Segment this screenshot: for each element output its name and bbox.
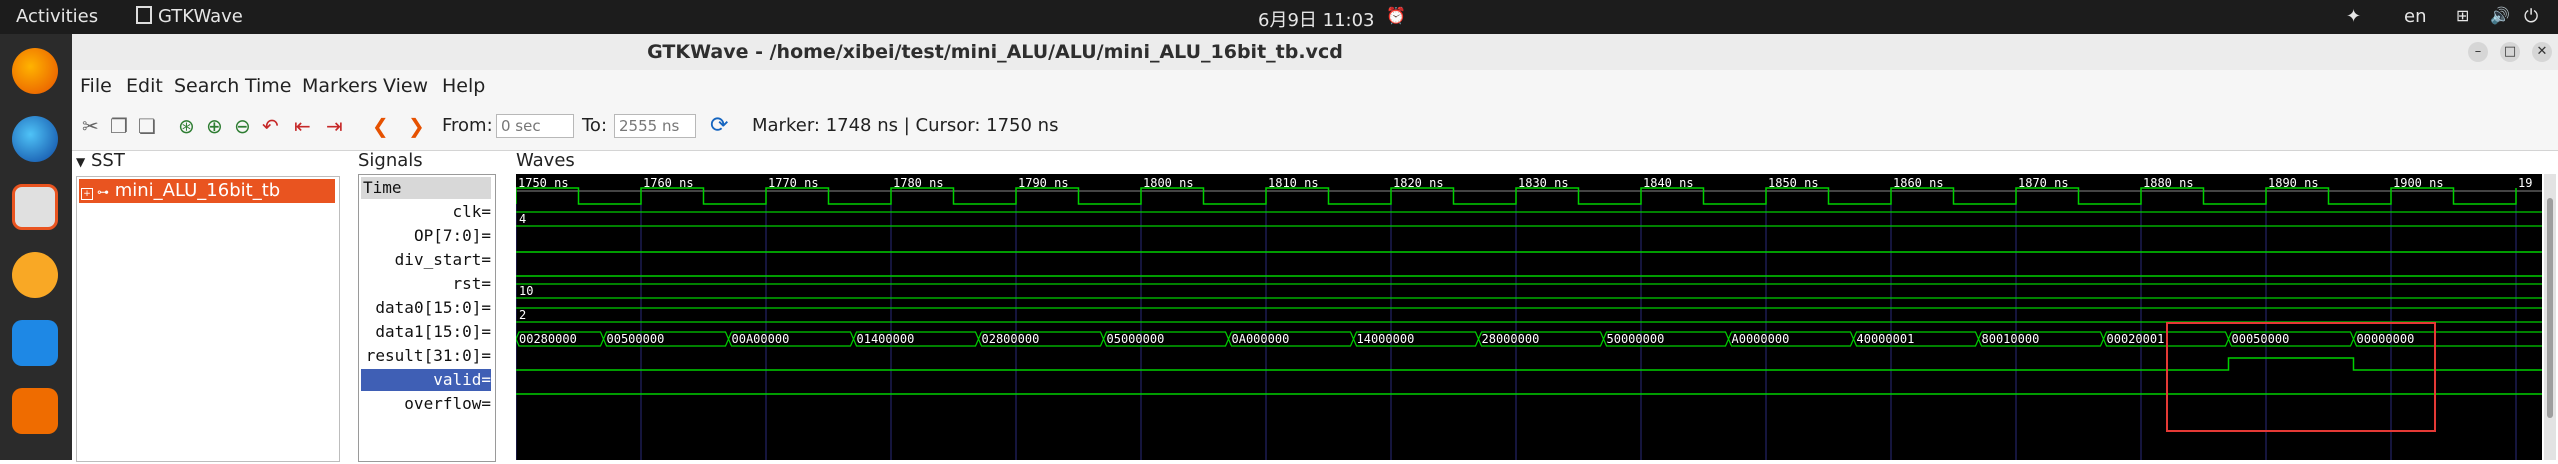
thunderbird-icon[interactable]: [12, 116, 58, 162]
result-value: 14000000: [1357, 332, 1415, 346]
data1-bus-value: 2: [519, 308, 526, 322]
paste-icon[interactable]: ❏: [138, 114, 156, 138]
result-value: 40000001: [1857, 332, 1915, 346]
data0-bus-value: 10: [519, 284, 533, 298]
result-value: A0000000: [1732, 332, 1790, 346]
window-title: GTKWave - /home/xibei/test/mini_ALU/ALU/…: [647, 41, 1343, 63]
menu-file[interactable]: File: [80, 75, 112, 97]
signal-valid[interactable]: valid=: [361, 369, 491, 391]
firefox-icon[interactable]: [12, 48, 58, 94]
tree-item-mini-alu-tb[interactable]: + ⊶ mini_ALU_16bit_tb: [79, 179, 335, 203]
power-icon[interactable]: ⏻: [2524, 6, 2538, 27]
menu-edit[interactable]: Edit: [126, 75, 163, 97]
result-value: 80010000: [1982, 332, 2040, 346]
result-value: 50000000: [1607, 332, 1665, 346]
menu-help[interactable]: Help: [442, 75, 485, 97]
result-value: 00A00000: [732, 332, 790, 346]
minimize-icon[interactable]: –: [2468, 42, 2488, 62]
clock[interactable]: 6月9日 11:03: [1258, 6, 1375, 32]
activities-button[interactable]: Activities: [16, 6, 98, 27]
result-value: 28000000: [1482, 332, 1540, 346]
volume-icon[interactable]: 🔊: [2490, 6, 2510, 25]
signal-div-start[interactable]: div_start=: [361, 249, 491, 271]
zoom-to-start-icon[interactable]: ⇤: [294, 114, 311, 138]
zoom-to-end-icon[interactable]: ⇥: [326, 114, 343, 138]
menu-search[interactable]: Search: [174, 75, 239, 97]
result-value: 01400000: [857, 332, 915, 346]
toolbar: ✂ ❐ ❏ ⊛ ⊕ ⊖ ↶ ⇤ ⇥ ❮ ❯ From: 0 sec To: 25…: [72, 102, 2558, 151]
app-menu-button[interactable]: GTKWave: [136, 6, 243, 27]
tree-item-label: mini_ALU_16bit_tb: [114, 180, 281, 201]
network-icon[interactable]: ⊞: [2456, 6, 2469, 25]
signal-clk[interactable]: clk=: [361, 201, 491, 223]
to-label: To:: [582, 115, 608, 136]
files-icon[interactable]: [12, 184, 58, 230]
vertical-scrollbar[interactable]: [2544, 174, 2556, 460]
highlight-annotation-box: [2166, 322, 2436, 432]
previous-edge-icon[interactable]: ❮: [372, 114, 389, 138]
menu-time[interactable]: Time: [245, 75, 292, 97]
sst-tree: + ⊶ mini_ALU_16bit_tb: [76, 176, 340, 462]
zoom-fit-icon[interactable]: ⊛: [178, 114, 195, 138]
result-value: 0A000000: [1232, 332, 1290, 346]
from-label: From:: [442, 115, 493, 136]
zoom-in-icon[interactable]: ⊕: [206, 114, 223, 138]
sst-pane-label[interactable]: ▼ SST: [76, 150, 125, 171]
next-edge-icon[interactable]: ❯: [408, 114, 425, 138]
signal-overflow[interactable]: overflow=: [361, 393, 491, 415]
waves-pane-label: Waves: [516, 150, 575, 171]
rhythmbox-icon[interactable]: [12, 252, 58, 298]
menu-bar: File Edit Search Time Markers View Help: [72, 70, 2558, 102]
signal-data1[interactable]: data1[15:0]=: [361, 321, 491, 343]
signal-op[interactable]: OP[7:0]=: [361, 225, 491, 247]
result-value: 00500000: [607, 332, 665, 346]
time-tick-label: 19: [2518, 176, 2532, 190]
signal-result[interactable]: result[31:0]=: [361, 345, 491, 367]
module-icon: ⊶: [97, 185, 109, 199]
to-input[interactable]: 2555 ns: [614, 114, 696, 138]
signals-list: Time clk= OP[7:0]= div_start= rst= data0…: [358, 174, 496, 462]
result-value: 00280000: [519, 332, 577, 346]
from-input[interactable]: 0 sec: [496, 114, 574, 138]
app-grid-icon: [136, 6, 152, 24]
signal-data0[interactable]: data0[15:0]=: [361, 297, 491, 319]
menu-view[interactable]: View: [383, 75, 428, 97]
signals-pane-label: Signals: [358, 150, 423, 171]
scrollbar-thumb[interactable]: [2547, 198, 2553, 418]
system-top-bar: Activities GTKWave 6月9日 11:03 ⏰ ✦ en ⊞ 🔊…: [0, 0, 2558, 34]
expander-icon: +: [81, 188, 93, 200]
op-bus-value: 4: [519, 212, 526, 226]
maximize-icon[interactable]: □: [2500, 42, 2520, 62]
menu-markers[interactable]: Markers: [302, 75, 378, 97]
result-value: 05000000: [1107, 332, 1165, 346]
app-menu-label: GTKWave: [158, 6, 243, 27]
copy-icon[interactable]: ❐: [110, 114, 128, 138]
signal-rst[interactable]: rst=: [361, 273, 491, 295]
zoom-out-icon[interactable]: ⊖: [234, 114, 251, 138]
input-language[interactable]: en: [2404, 6, 2426, 27]
alarm-icon: ⏰: [1386, 6, 1406, 25]
close-icon[interactable]: ✕: [2532, 42, 2552, 62]
undo-zoom-icon[interactable]: ↶: [262, 114, 279, 138]
signal-time-header: Time: [361, 177, 491, 199]
collapse-arrow-icon: ▼: [76, 155, 86, 169]
window-titlebar: GTKWave - /home/xibei/test/mini_ALU/ALU/…: [72, 34, 2558, 71]
software-center-icon[interactable]: [12, 388, 58, 434]
sst-label: SST: [90, 150, 125, 171]
result-value: 02800000: [982, 332, 1040, 346]
marker-cursor-readout: Marker: 1748 ns | Cursor: 1750 ns: [752, 115, 1059, 136]
result-value: 00020001: [2107, 332, 2165, 346]
clk-waveform: [515, 187, 2517, 205]
accessibility-icon[interactable]: ✦: [2346, 6, 2361, 27]
reload-icon[interactable]: ⟳: [710, 114, 728, 138]
writer-icon[interactable]: [12, 320, 58, 366]
cut-icon[interactable]: ✂: [82, 114, 99, 138]
dock: [0, 34, 72, 460]
